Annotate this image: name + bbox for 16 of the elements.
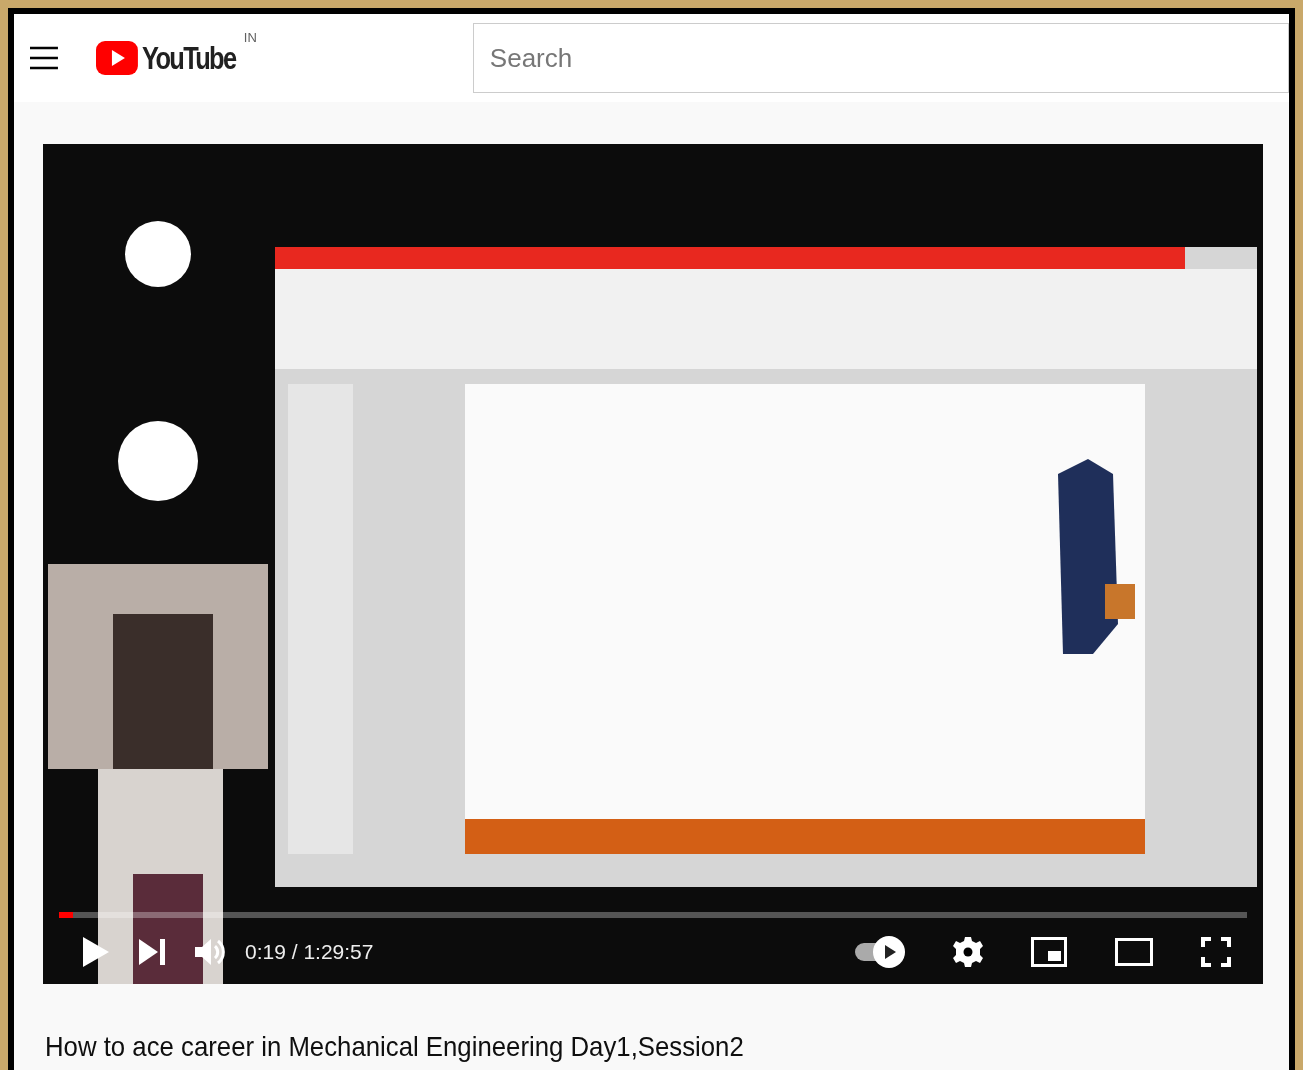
search-field[interactable]: Search [472,23,1289,93]
video-title: How to ace career in Mechanical Engineering Day1,Session2 [45,1030,745,1064]
country-code: IN [243,29,257,47]
theater-mode-icon[interactable] [1115,938,1153,966]
progress-track[interactable] [59,912,1247,918]
next-icon[interactable] [139,939,165,965]
play-icon[interactable] [83,937,109,967]
autoplay-toggle[interactable] [853,936,905,968]
volume-icon[interactable] [195,938,225,966]
miniplayer-icon[interactable] [1031,937,1067,967]
play-logo-icon [95,41,138,75]
menu-icon[interactable] [30,46,58,70]
logo-text[interactable]: YouTube [141,42,236,74]
fullscreen-icon[interactable] [1201,937,1231,967]
time-display: 0:19 / 1:29:57 [245,939,374,966]
settings-icon[interactable] [953,937,983,967]
